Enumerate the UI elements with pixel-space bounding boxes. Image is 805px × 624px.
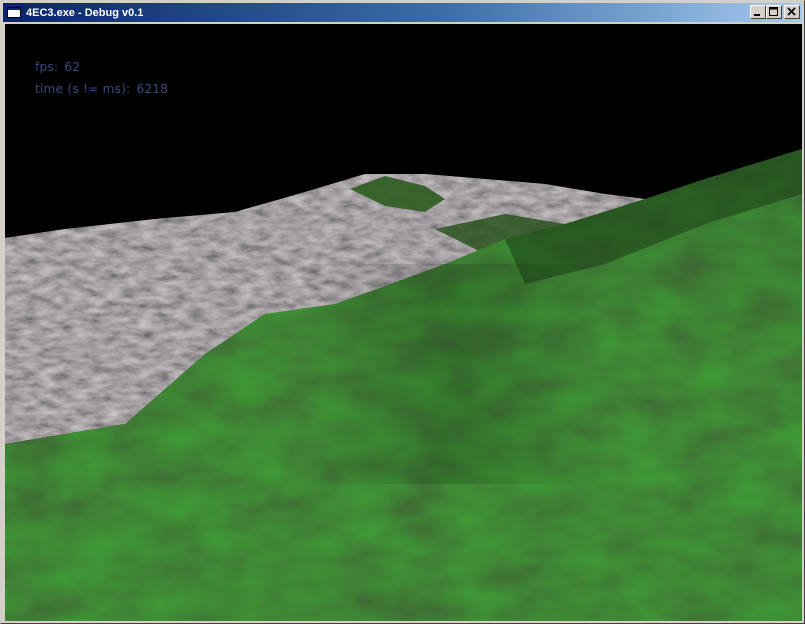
- close-button[interactable]: [784, 5, 800, 19]
- window-title: 4EC3.exe - Debug v0.1: [26, 6, 144, 19]
- hud-time: time (s != ms): 6218: [35, 82, 168, 96]
- fps-value: 62: [64, 60, 81, 74]
- time-label: time (s != ms):: [35, 82, 131, 96]
- hud-fps: fps: 62: [35, 60, 80, 74]
- minimize-button[interactable]: [750, 5, 766, 19]
- close-icon: [787, 7, 796, 16]
- app-window-icon[interactable]: [7, 7, 21, 18]
- time-value: 6218: [136, 82, 169, 96]
- title-buttons: [750, 5, 800, 19]
- maximize-button[interactable]: [766, 5, 782, 19]
- app-window: 4EC3.exe - Debug v0.1 fps: 62 time (s !=…: [0, 0, 805, 624]
- title-bar[interactable]: 4EC3.exe - Debug v0.1: [3, 3, 802, 22]
- minimize-icon: [754, 14, 760, 16]
- maximize-icon: [769, 7, 778, 16]
- terrain-scene: [5, 149, 802, 621]
- fps-label: fps:: [35, 60, 59, 74]
- render-viewport[interactable]: fps: 62 time (s != ms): 6218: [5, 24, 802, 621]
